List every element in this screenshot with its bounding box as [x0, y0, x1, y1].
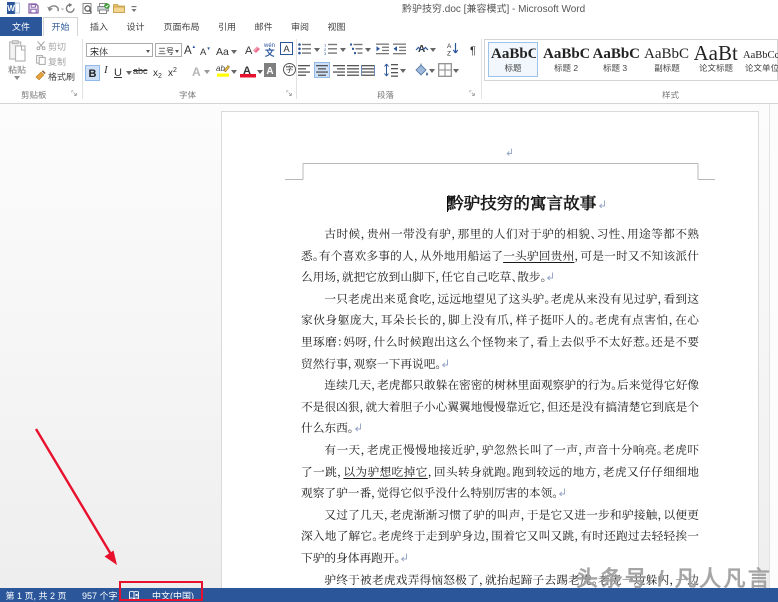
svg-text:ab: ab — [216, 64, 225, 73]
svg-text:3: 3 — [324, 51, 327, 55]
svg-text:Z: Z — [447, 51, 451, 57]
svg-text:A: A — [447, 43, 452, 50]
svg-text:W: W — [7, 4, 15, 13]
